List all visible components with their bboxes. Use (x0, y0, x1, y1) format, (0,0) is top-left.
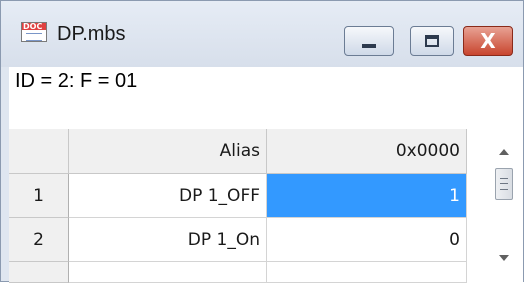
column-header-alias[interactable]: Alias (69, 129, 267, 174)
icon-lines (26, 33, 42, 41)
mbs-window: DOC DP.mbs X ID = 2: F = 01 Alias 0x0000… (0, 0, 524, 283)
window-title: DP.mbs (57, 23, 126, 45)
grid-corner[interactable] (9, 129, 69, 174)
close-button[interactable]: X (463, 26, 513, 56)
cell-value-3[interactable] (267, 262, 467, 283)
cell-alias-1[interactable]: DP 1_OFF (69, 174, 267, 218)
column-header-value[interactable]: 0x0000 (267, 129, 467, 174)
row-header-2[interactable]: 2 (9, 218, 69, 262)
id-line-text: ID = 2: F = 01 (15, 70, 138, 92)
id-line-panel: ID = 2: F = 01 (9, 67, 523, 129)
scroll-down-icon[interactable] (499, 255, 509, 261)
minimize-icon (362, 44, 376, 48)
vertical-scrollbar[interactable] (487, 129, 523, 283)
title-bar[interactable]: DOC DP.mbs X (1, 1, 523, 67)
grip-icon (500, 178, 508, 190)
app-doc-icon[interactable]: DOC (21, 22, 47, 42)
minimize-button[interactable] (344, 26, 394, 56)
cell-alias-3[interactable] (69, 262, 267, 283)
row-header-3[interactable] (9, 262, 69, 283)
close-icon: X (480, 29, 496, 53)
scroll-thumb[interactable] (495, 168, 513, 200)
cell-value-1[interactable]: 1 (267, 174, 467, 218)
register-grid: Alias 0x0000 1 DP 1_OFF 1 2 DP 1_On 0 (9, 129, 523, 283)
cell-value-2[interactable]: 0 (267, 218, 467, 262)
scroll-up-icon[interactable] (499, 149, 509, 155)
maximize-icon (425, 35, 439, 47)
row-header-1[interactable]: 1 (9, 174, 69, 218)
cell-alias-2[interactable]: DP 1_On (69, 218, 267, 262)
maximize-button[interactable] (410, 26, 454, 56)
icon-label: DOC (23, 22, 43, 31)
